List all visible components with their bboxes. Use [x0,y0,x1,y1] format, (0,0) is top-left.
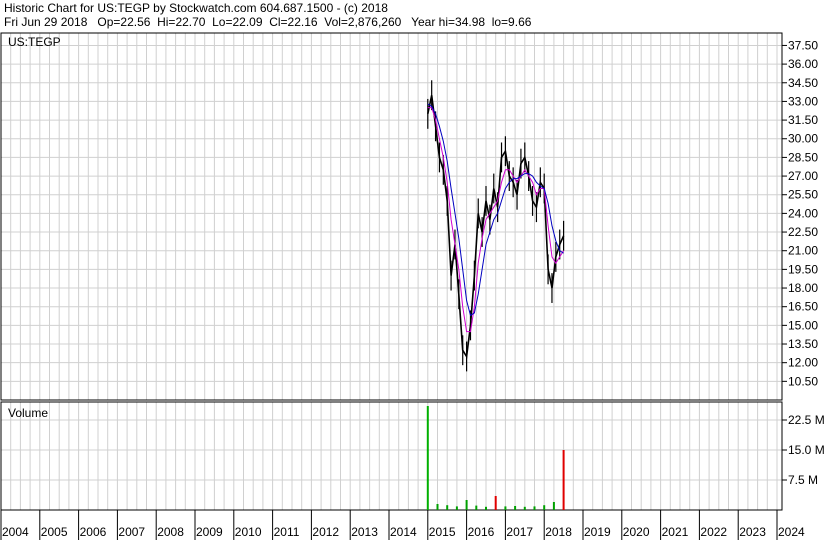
stock-chart: US:TEGP Volume 37.50 36.00 34.50 33.00 31.50… [0,32,825,540]
price-tick-label: 24.00 [788,206,818,220]
price-tick-label: 22.50 [788,225,818,239]
year-tick-label: 2009 [196,525,223,539]
price-tick-label: 28.50 [788,150,818,164]
volume-label: Volume [8,406,48,420]
year-tick-label: 2005 [41,525,68,539]
price-tick-label: 10.50 [788,374,818,388]
price-tick-label: 36.00 [788,57,818,71]
price-tick-label: 25.50 [788,188,818,202]
volume-panel-frame [0,401,783,511]
price-tick-label: 15.00 [788,318,818,332]
year-tick-label: 2010 [235,525,262,539]
price-tick-label: 19.50 [788,262,818,276]
price-tick-label: 12.00 [788,356,818,370]
price-panel-frame [0,32,783,401]
year-tick-label: 2006 [80,525,107,539]
year-tick-label: 2022 [700,525,727,539]
year-tick-label: 2021 [662,525,689,539]
year-tick-label: 2023 [739,525,766,539]
symbol-label: US:TEGP [8,35,61,49]
price-tick-label: 21.00 [788,244,818,258]
volume-tick-label: 15.0 M [788,443,825,457]
year-tick-label: 2016 [468,525,495,539]
year-tick-label: 2004 [2,525,29,539]
year-tick-label: 2011 [274,525,300,539]
volume-tick-label: 7.5 M [788,473,818,487]
year-tick-label: 2019 [584,525,611,539]
year-tick-label: 2008 [157,525,184,539]
volume-tick-label: 22.5 M [788,413,825,427]
price-tick-label: 33.00 [788,94,818,108]
price-tick-label: 27.00 [788,169,818,183]
year-tick-label: 2014 [390,525,417,539]
price-tick-label: 16.50 [788,300,818,314]
year-tick-label: 2012 [312,525,339,539]
price-tick-label: 30.00 [788,132,818,146]
price-tick-label: 18.00 [788,281,818,295]
year-tick-label: 2007 [118,525,145,539]
year-tick-label: 2017 [506,525,533,539]
year-tick-label: 2020 [623,525,650,539]
price-tick-label: 13.50 [788,337,818,351]
year-tick-label: 2024 [778,525,805,539]
year-tick-label: 2018 [545,525,572,539]
price-tick-label: 34.50 [788,76,818,90]
price-tick-label: 37.50 [788,38,818,52]
year-tick-label: 2013 [351,525,378,539]
price-tick-label: 31.50 [788,113,818,127]
year-tick-label: 2015 [429,525,456,539]
